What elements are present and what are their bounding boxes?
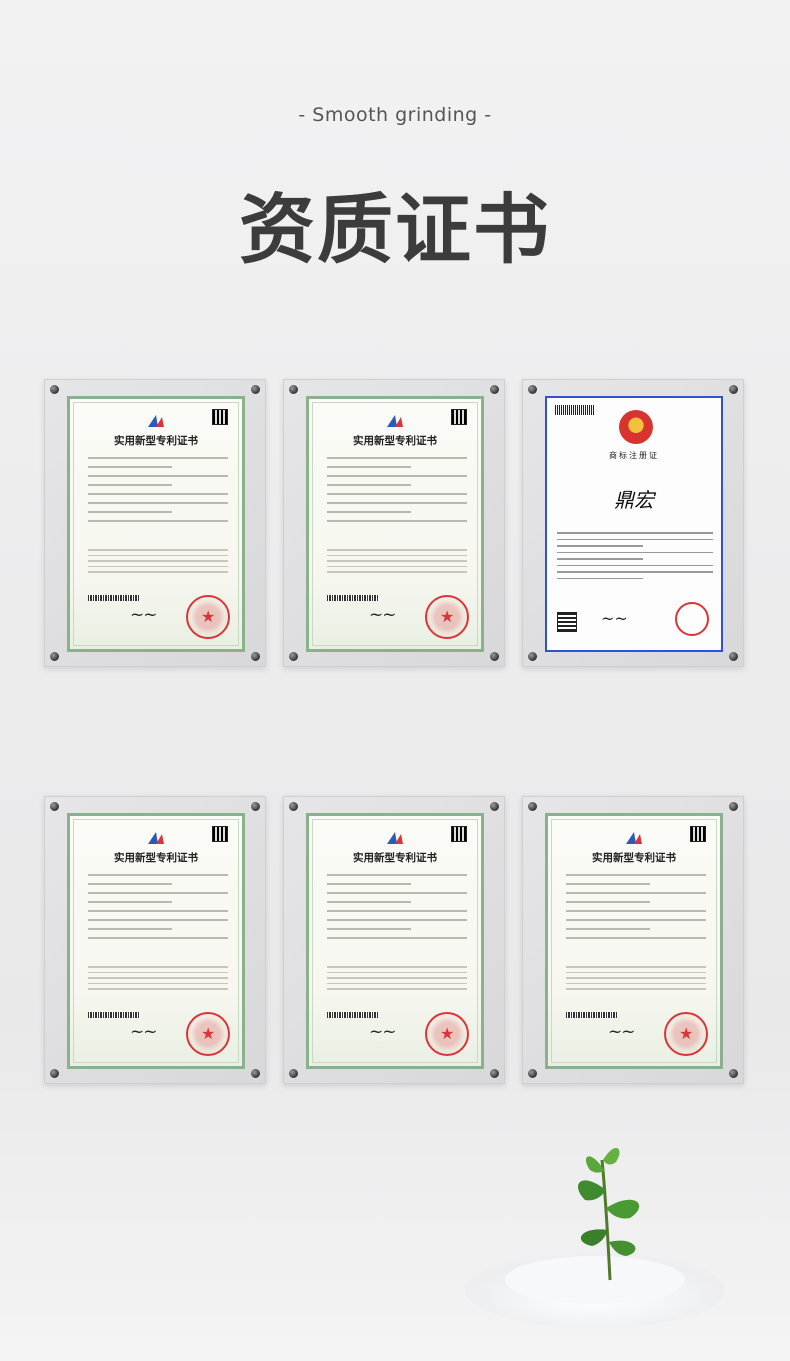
- signature-icon: ~~: [130, 1022, 157, 1042]
- certificate-body: [327, 966, 467, 994]
- screw-icon: [251, 802, 260, 811]
- official-seal-icon: [675, 602, 709, 636]
- screw-icon: [251, 652, 260, 661]
- patent-certificate: 实用新型专利证书 ~~: [306, 396, 484, 652]
- trademark-certificate: 商标注册证 鼎宏 ~~: [545, 396, 723, 652]
- screw-icon: [251, 1069, 260, 1078]
- certificate-fields: [327, 874, 467, 946]
- qr-code-icon: [690, 826, 706, 842]
- signature-icon: ~~: [601, 609, 628, 628]
- certificate-fields: [566, 874, 706, 946]
- screw-icon: [289, 1069, 298, 1078]
- certificate-fields: [327, 457, 467, 529]
- page-title: 资质证书: [239, 185, 551, 274]
- signature-icon: ~~: [369, 605, 396, 625]
- screw-icon: [289, 802, 298, 811]
- screw-icon: [251, 385, 260, 394]
- screw-icon: [490, 1069, 499, 1078]
- patent-certificate: 实用新型专利证书 ~~: [67, 396, 245, 652]
- certificate-frame-6: 实用新型专利证书 ~~: [522, 796, 744, 1084]
- certificate-title: 实用新型专利证书: [353, 852, 437, 864]
- screw-icon: [729, 1069, 738, 1078]
- cnipa-logo-icon: [148, 415, 164, 427]
- cnipa-logo-icon: [387, 415, 403, 427]
- signature-icon: ~~: [130, 605, 157, 625]
- certificate-body: [88, 966, 228, 994]
- screw-icon: [528, 802, 537, 811]
- barcode-icon: [327, 595, 379, 601]
- certificate-fields: [88, 457, 228, 529]
- screw-icon: [490, 802, 499, 811]
- official-seal-icon: [425, 1012, 469, 1056]
- barcode-icon: [327, 1012, 379, 1018]
- cnipa-logo-icon: [148, 832, 164, 844]
- screw-icon: [50, 1069, 59, 1078]
- barcode-icon: [88, 595, 140, 601]
- official-seal-icon: [425, 595, 469, 639]
- screw-icon: [50, 652, 59, 661]
- certificate-title: 实用新型专利证书: [114, 435, 198, 447]
- certificate-title: 实用新型专利证书: [114, 852, 198, 864]
- certificate-title: 实用新型专利证书: [592, 852, 676, 864]
- certificate-frame-2: 实用新型专利证书 ~~: [283, 379, 505, 667]
- official-seal-icon: [664, 1012, 708, 1056]
- qr-code-icon: [212, 409, 228, 425]
- certificate-body: [327, 549, 467, 577]
- screw-icon: [528, 1069, 537, 1078]
- certificate-fields: [557, 532, 713, 584]
- certificate-title: 实用新型专利证书: [353, 435, 437, 447]
- certificate-frame-1: 实用新型专利证书 ~~: [44, 379, 266, 667]
- qr-code-icon: [212, 826, 228, 842]
- trademark-mark: 鼎宏: [614, 488, 654, 512]
- barcode-icon: [566, 1012, 618, 1018]
- certificate-body: [88, 549, 228, 577]
- qr-code-icon: [451, 409, 467, 425]
- qr-code-icon: [557, 612, 577, 632]
- screw-icon: [490, 385, 499, 394]
- patent-certificate: 实用新型专利证书 ~~: [545, 813, 723, 1069]
- screw-icon: [289, 385, 298, 394]
- signature-icon: ~~: [369, 1022, 396, 1042]
- signature-icon: ~~: [608, 1022, 635, 1042]
- screw-icon: [50, 385, 59, 394]
- certificate-fields: [88, 874, 228, 946]
- national-emblem-icon: [619, 410, 653, 444]
- cnipa-logo-icon: [387, 832, 403, 844]
- patent-certificate: 实用新型专利证书 ~~: [67, 813, 245, 1069]
- screw-icon: [289, 652, 298, 661]
- certificate-frame-4: 实用新型专利证书 ~~: [44, 796, 266, 1084]
- screw-icon: [490, 652, 499, 661]
- screw-icon: [50, 802, 59, 811]
- sprout-illustration-icon: [465, 1147, 725, 1328]
- certificate-frame-5: 实用新型专利证书 ~~: [283, 796, 505, 1084]
- certificate-title: 商标注册证: [609, 451, 659, 460]
- certificate-frame-3: 商标注册证 鼎宏 ~~: [522, 379, 744, 667]
- qr-code-icon: [451, 826, 467, 842]
- screw-icon: [729, 802, 738, 811]
- screw-icon: [729, 652, 738, 661]
- certificate-body: [566, 966, 706, 994]
- screw-icon: [528, 385, 537, 394]
- official-seal-icon: [186, 1012, 230, 1056]
- screw-icon: [729, 385, 738, 394]
- barcode-icon: [555, 405, 595, 415]
- patent-certificate: 实用新型专利证书 ~~: [306, 813, 484, 1069]
- screw-icon: [528, 652, 537, 661]
- barcode-icon: [88, 1012, 140, 1018]
- official-seal-icon: [186, 595, 230, 639]
- cnipa-logo-icon: [626, 832, 642, 844]
- section-subtitle: - Smooth grinding -: [298, 104, 492, 126]
